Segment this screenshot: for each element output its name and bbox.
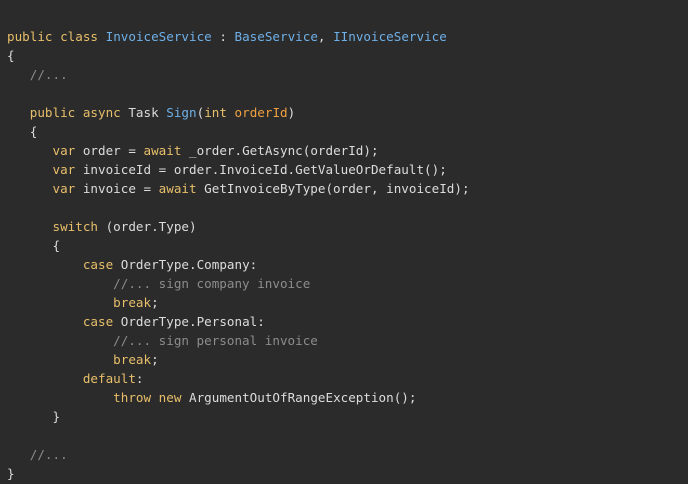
code-token-plain: _order.GetAsync(orderId);: [181, 143, 379, 158]
code-token-plain: {: [7, 48, 15, 63]
code-token-kw: public: [29, 105, 76, 120]
code-token-com: //...: [29, 67, 68, 82]
code-token-type: Sign: [166, 105, 197, 120]
code-token-kw: new: [158, 390, 182, 405]
code-line: case OrderType.Company:: [7, 255, 688, 274]
code-token-plain: ;: [151, 352, 159, 367]
code-token-plain: {: [7, 238, 61, 253]
code-token-kw: await: [158, 181, 197, 196]
code-line: public async Task Sign(int orderId): [7, 103, 688, 122]
code-token-type: BaseService: [234, 29, 318, 44]
code-token-plain: OrderType.Personal:: [113, 314, 265, 329]
code-token-plain: ): [287, 105, 296, 120]
code-token-plain: }: [7, 466, 15, 481]
code-token-kw: default: [82, 371, 136, 386]
code-token-plain: order =: [75, 143, 144, 158]
code-token-kw: var: [52, 162, 76, 177]
code-token-kw: switch: [52, 219, 99, 234]
code-line: //... sign company invoice: [7, 274, 688, 293]
code-token-plain: invoiceId = order.InvoiceId.GetValueOrDe…: [75, 162, 447, 177]
code-token-kw: public: [7, 29, 53, 44]
code-token-plain: GetInvoiceByType(order, invoiceId);: [196, 181, 470, 196]
code-token-plain: :: [135, 371, 144, 386]
code-line: switch (order.Type): [7, 217, 688, 236]
code-token-kw: case: [82, 314, 114, 329]
code-line: //... sign personal invoice: [7, 331, 688, 350]
code-token-plain: invoice =: [75, 181, 159, 196]
code-token-kw: break: [113, 352, 152, 367]
code-token-param: orderId: [234, 105, 288, 120]
code-line: //...: [7, 445, 688, 464]
code-token-kw: case: [82, 257, 114, 272]
code-token-plain: ArgumentOutOfRangeException();: [181, 390, 417, 405]
code-line: throw new ArgumentOutOfRangeException();: [7, 388, 688, 407]
code-token-com: //...: [29, 447, 68, 462]
code-line: {: [7, 46, 688, 65]
code-line: var invoice = await GetInvoiceByType(ord…: [7, 179, 688, 198]
code-line: case OrderType.Personal:: [7, 312, 688, 331]
code-line: default:: [7, 369, 688, 388]
code-line: public class InvoiceService : BaseServic…: [7, 27, 688, 46]
code-token-plain: (order.Type): [98, 219, 197, 234]
code-line: {: [7, 236, 688, 255]
code-token-plain: {: [7, 124, 38, 139]
code-line: var order = await _order.GetAsync(orderI…: [7, 141, 688, 160]
code-token-kw: await: [143, 143, 182, 158]
code-token-type: IInvoiceService: [333, 29, 447, 44]
code-token-plain: OrderType.Company:: [113, 257, 258, 272]
code-line: }: [7, 407, 688, 426]
code-token-kw: async: [82, 105, 121, 120]
code-token-kw: break: [113, 295, 152, 310]
code-token-kw: throw: [113, 390, 152, 405]
code-token-plain: ;: [151, 295, 159, 310]
code-token-plain: Task: [120, 105, 167, 120]
code-line: }: [7, 464, 688, 483]
code-token-com: //... sign personal invoice: [113, 333, 318, 348]
code-token-type: InvoiceService: [105, 29, 212, 44]
code-line: break;: [7, 350, 688, 369]
code-token-kw: int: [204, 105, 227, 120]
code-editor: public class InvoiceService : BaseServic…: [0, 0, 688, 484]
code-line: //...: [7, 65, 688, 84]
code-token-plain: }: [7, 409, 61, 424]
code-token-com: //... sign company invoice: [113, 276, 311, 291]
code-line: break;: [7, 293, 688, 312]
code-token-kw: var: [52, 143, 76, 158]
code-token-kw: var: [52, 181, 76, 196]
code-line: var invoiceId = order.InvoiceId.GetValue…: [7, 160, 688, 179]
code-token-plain: ,: [317, 29, 334, 44]
code-token-plain: :: [211, 29, 235, 44]
code-token-kw: class: [60, 29, 99, 44]
code-line: {: [7, 122, 688, 141]
